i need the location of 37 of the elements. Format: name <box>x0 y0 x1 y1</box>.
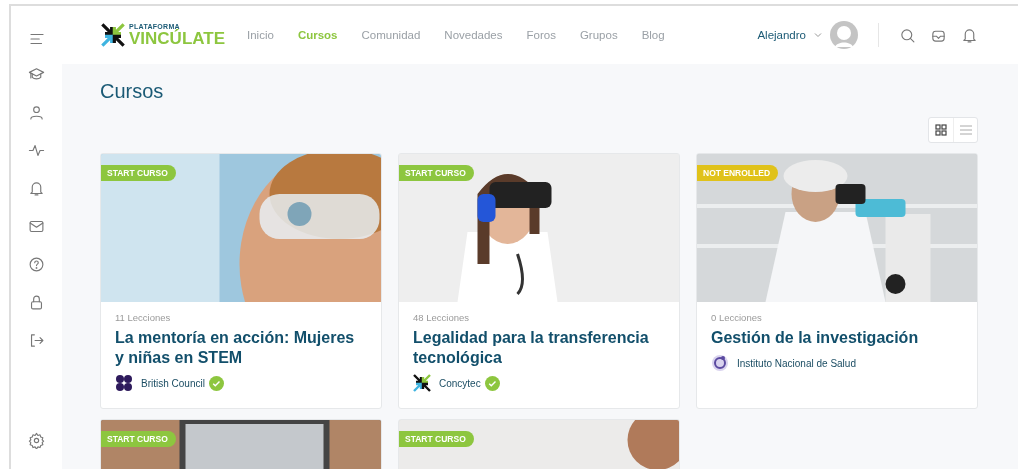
org-logo-icon <box>711 354 729 372</box>
grid-icon <box>934 123 948 137</box>
user-name[interactable]: Alejandro <box>757 29 806 41</box>
org-logo-icon <box>115 374 133 392</box>
notifications-icon[interactable] <box>28 180 45 197</box>
organization-name: Concytec <box>439 377 481 389</box>
lock-icon[interactable] <box>28 294 45 311</box>
activity-icon[interactable] <box>28 142 45 159</box>
graduation-cap-icon[interactable] <box>28 66 45 83</box>
logo-name: VINCÚLATE <box>129 30 225 47</box>
page-title: Cursos <box>100 80 165 103</box>
search-icon[interactable] <box>899 26 916 44</box>
course-card[interactable]: START CURSO 11 Lecciones La mentoría en acción: Mujeres y niñas en STEM British Council <box>100 153 382 409</box>
status-badge: START CURSO <box>101 431 176 447</box>
lesson-count: 48 Lecciones <box>413 312 470 323</box>
organization-name: Instituto Nacional de Salud <box>737 357 856 369</box>
lesson-count: 0 Lecciones <box>711 312 763 323</box>
status-badge: START CURSO <box>399 431 474 447</box>
logout-icon[interactable] <box>28 332 45 349</box>
help-icon[interactable] <box>28 256 45 273</box>
status-badge: START CURSO <box>399 165 474 181</box>
course-card[interactable]: NOT ENROLLED 0 Lecciones Gestión de la investigación Instituto Nacional de Salud <box>696 153 978 409</box>
status-badge: NOT ENROLLED <box>697 165 779 181</box>
course-title[interactable]: Gestión de la investigación <box>711 328 963 348</box>
course-title[interactable]: La mentoría en acción: Mujeres y niñas en STEM <box>115 328 367 368</box>
user-icon[interactable] <box>28 104 45 121</box>
organization-name: British Council <box>141 377 205 389</box>
lesson-count: 11 Lecciones <box>115 312 172 323</box>
notifications-icon[interactable] <box>961 26 978 44</box>
status-badge: START CURSO <box>101 165 176 181</box>
list-icon <box>958 123 973 137</box>
course-title[interactable]: Legalidad para la transferencia tecnológica <box>413 328 665 368</box>
logo-icon <box>100 23 126 47</box>
course-card[interactable]: START CURSO 48 Lecciones Legalidad para la transferencia tecnológica Concytec <box>398 153 680 409</box>
mail-icon[interactable] <box>28 218 45 235</box>
org-logo-icon <box>413 374 431 392</box>
settings-icon[interactable] <box>28 432 45 449</box>
